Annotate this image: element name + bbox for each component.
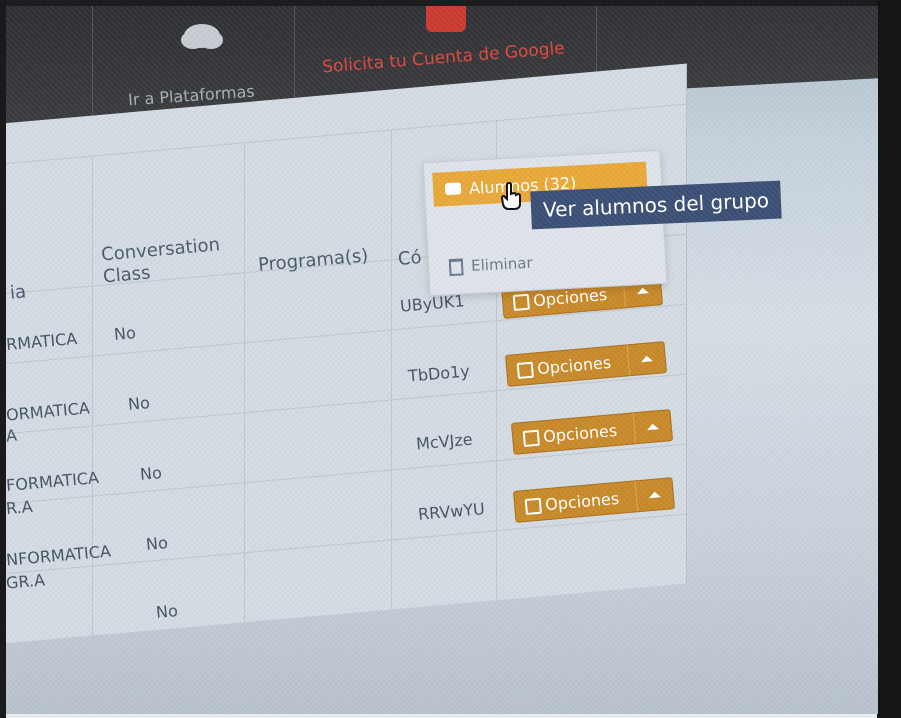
cell-conversation: No xyxy=(145,533,169,554)
edit-icon xyxy=(512,293,530,311)
monitor-bezel-right xyxy=(877,0,901,718)
cell-conversation: No xyxy=(127,393,151,414)
col-header-codigo[interactable]: Có xyxy=(397,247,422,270)
cell-materia-line2: R.A xyxy=(6,496,34,519)
edit-icon xyxy=(516,361,534,379)
screen: Ir a Plataformas Solicita tu Cuenta de G… xyxy=(6,6,878,714)
caret-up-icon[interactable] xyxy=(626,342,667,376)
col-divider xyxy=(244,142,245,623)
hand-cursor-icon xyxy=(500,182,521,210)
users-icon xyxy=(444,182,462,196)
cell-materia-line2: GR.A xyxy=(6,570,46,593)
nav-divider xyxy=(294,6,295,109)
caret-up-icon[interactable] xyxy=(634,478,675,512)
col-divider xyxy=(92,155,93,636)
cell-materia-line2: A xyxy=(6,425,18,446)
eliminar-label: Eliminar xyxy=(470,253,534,275)
cell-conversation: No xyxy=(139,463,163,484)
edit-icon xyxy=(522,429,540,447)
col-header-materia[interactable]: ia xyxy=(9,281,27,303)
nav-divider xyxy=(92,6,93,120)
google-plus-icon[interactable] xyxy=(426,6,466,32)
eliminar-menu-item[interactable]: Eliminar xyxy=(448,253,534,276)
cloud-icon[interactable] xyxy=(178,18,226,52)
cell-conversation: No xyxy=(113,323,137,344)
col-divider xyxy=(391,129,392,610)
cell-conversation: No xyxy=(155,601,179,622)
edit-icon xyxy=(524,497,542,515)
caret-up-icon[interactable] xyxy=(632,410,673,444)
trash-icon xyxy=(448,257,464,276)
